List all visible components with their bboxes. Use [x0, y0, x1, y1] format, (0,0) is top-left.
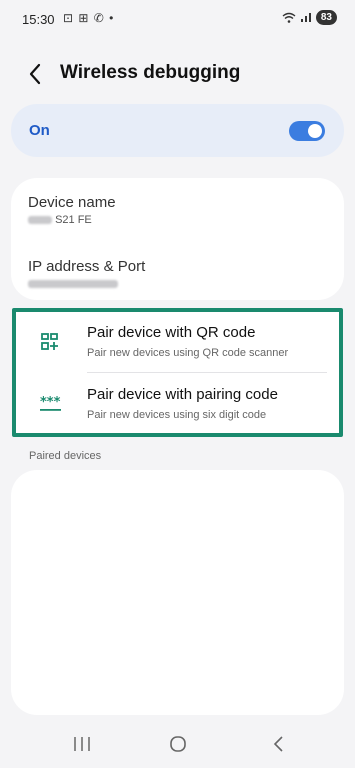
back-button[interactable] [24, 60, 50, 88]
wireless-debugging-toggle-row[interactable]: On [11, 104, 344, 157]
divider [87, 372, 327, 373]
device-name-text: S21 FE [55, 214, 92, 226]
pairing-options-highlight: Pair device with QR code Pair new device… [12, 308, 343, 437]
wifi-icon [282, 12, 296, 23]
pairing-code-icon: *** [40, 394, 61, 414]
svg-text:***: *** [40, 395, 61, 410]
pair-code-subtitle: Pair new devices using six digit code [87, 409, 267, 421]
qr-code-icon [40, 332, 60, 352]
home-button[interactable] [163, 732, 193, 756]
status-bar: 15:30 ⊡ ⊞ ✆ • 83 [0, 0, 355, 36]
switch-knob [308, 124, 322, 138]
page-title: Wireless debugging [60, 62, 241, 83]
device-name-value: S21 FE [28, 214, 318, 226]
battery-indicator: 83 [315, 10, 337, 25]
toggle-label: On [29, 122, 50, 139]
pair-with-qr-code-item[interactable]: Pair device with QR code Pair new device… [16, 312, 339, 370]
home-icon [170, 736, 186, 752]
device-name-label: Device name [28, 194, 116, 211]
recent-apps-icon [74, 737, 90, 751]
chevron-left-icon [29, 63, 41, 85]
back-nav-button[interactable] [264, 732, 294, 756]
paired-devices-heading: Paired devices [29, 450, 102, 462]
recent-apps-button[interactable] [67, 732, 97, 756]
app-header: Wireless debugging [0, 52, 355, 96]
pair-qr-subtitle: Pair new devices using QR code scanner [87, 347, 289, 359]
signal-icon [300, 13, 311, 22]
system-nav-bar [0, 718, 355, 768]
notification-icons: ⊡ ⊞ ✆ • [63, 11, 115, 25]
pair-code-title: Pair device with pairing code [87, 386, 278, 403]
status-right-group: 83 [282, 10, 337, 25]
wireless-debugging-switch[interactable] [289, 121, 325, 141]
back-icon [273, 736, 283, 752]
device-info-card: Device name S21 FE IP address & Port [11, 178, 344, 300]
paired-devices-list [11, 470, 344, 715]
pair-qr-title: Pair device with QR code [87, 324, 256, 341]
ip-address-value [28, 278, 318, 290]
status-time: 15:30 [22, 12, 55, 27]
redacted-text [28, 280, 118, 289]
ip-address-row: IP address & Port [28, 258, 318, 290]
pair-with-pairing-code-item[interactable]: *** Pair device with pairing code Pair n… [16, 374, 339, 432]
device-name-row: Device name S21 FE [28, 194, 318, 226]
redacted-text [28, 216, 52, 225]
ip-address-label: IP address & Port [28, 258, 146, 275]
